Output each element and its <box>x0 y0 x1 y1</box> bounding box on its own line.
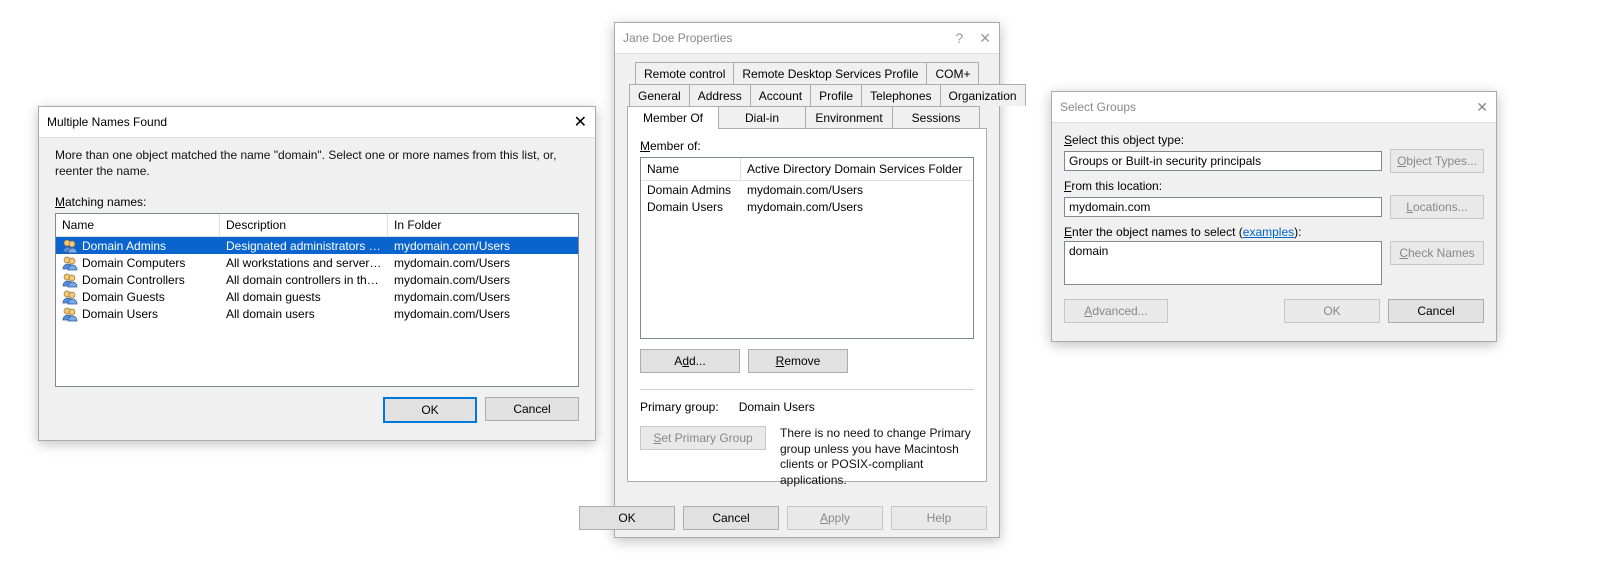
tab-remote-desktop-services-profile[interactable]: Remote Desktop Services Profile <box>733 62 927 84</box>
col-description[interactable]: Description <box>220 214 388 236</box>
member-of-listview[interactable]: Name Active Directory Domain Services Fo… <box>640 157 974 339</box>
locations-button[interactable]: Locations... <box>1390 195 1484 219</box>
list-item[interactable]: Domain ComputersAll workstations and ser… <box>56 254 578 271</box>
tab-account[interactable]: Account <box>750 84 811 106</box>
help-button: Help <box>891 506 987 530</box>
list-item[interactable]: Domain Usersmydomain.com/Users <box>641 198 973 215</box>
set-primary-group-button: Set Primary Group <box>640 426 766 450</box>
enter-names-label: Enter the object names to select (exampl… <box>1064 225 1484 239</box>
group-icon <box>62 238 78 254</box>
primary-group-note: There is no need to change Primary group… <box>780 426 974 488</box>
tab-general[interactable]: General <box>629 84 690 106</box>
list-item[interactable]: Domain UsersAll domain usersmydomain.com… <box>56 305 578 322</box>
object-type-field[interactable]: Groups or Built-in security principals <box>1064 151 1382 171</box>
ok-button[interactable]: OK <box>383 397 477 423</box>
user-properties-dialog: Jane Doe Properties ? ✕ Remote controlRe… <box>614 22 1000 538</box>
help-icon[interactable]: ? <box>955 30 963 47</box>
tab-remote-control[interactable]: Remote control <box>635 62 734 84</box>
listview-header[interactable]: Name Description In Folder <box>56 214 578 237</box>
tab-page-member-of: Member of: Name Active Directory Domain … <box>627 128 987 482</box>
divider <box>640 389 974 390</box>
primary-group-value: Domain Users <box>739 400 815 414</box>
matching-names-label-text: atching names: <box>65 195 146 209</box>
col-name[interactable]: Name <box>641 158 741 180</box>
listview-header[interactable]: Name Active Directory Domain Services Fo… <box>641 158 973 181</box>
cancel-button[interactable]: Cancel <box>485 397 579 421</box>
tab-address[interactable]: Address <box>689 84 751 106</box>
object-type-label: Select this object type: <box>1064 133 1484 147</box>
cancel-button[interactable]: Cancel <box>683 506 779 530</box>
close-icon[interactable]: ✕ <box>979 30 991 47</box>
tab-telephones[interactable]: Telephones <box>861 84 940 106</box>
group-icon <box>62 289 78 305</box>
list-item[interactable]: Domain GuestsAll domain guestsmydomain.c… <box>56 288 578 305</box>
col-name[interactable]: Name <box>56 214 220 236</box>
close-icon[interactable]: ✕ <box>574 112 587 132</box>
list-item[interactable]: Domain AdminsDesignated administrators o… <box>56 237 578 254</box>
member-of-label: Member of: <box>640 139 974 153</box>
object-types-button[interactable]: Object Types... <box>1390 149 1484 173</box>
add-button[interactable]: Add... <box>640 349 740 373</box>
list-item[interactable]: Domain Adminsmydomain.com/Users <box>641 181 973 198</box>
matching-names-label: Matching names: <box>55 195 579 209</box>
multiple-names-found-dialog: Multiple Names Found ✕ More than one obj… <box>38 106 596 441</box>
matching-names-listview[interactable]: Name Description In Folder Domain Admins… <box>55 213 579 387</box>
titlebar: Multiple Names Found ✕ <box>39 107 595 138</box>
tabs: Remote controlRemote Desktop Services Pr… <box>627 62 987 482</box>
col-adds-folder[interactable]: Active Directory Domain Services Folder <box>741 158 973 180</box>
object-names-textarea[interactable]: domain <box>1064 241 1382 285</box>
list-item[interactable]: Domain ControllersAll domain controllers… <box>56 271 578 288</box>
tab-profile[interactable]: Profile <box>810 84 862 106</box>
ok-button[interactable]: OK <box>1284 299 1380 323</box>
tab-dial-in[interactable]: Dial-in <box>718 106 806 128</box>
check-names-button[interactable]: Check Names <box>1390 241 1484 265</box>
group-icon <box>62 272 78 288</box>
primary-group-label: Primary group: <box>640 400 719 414</box>
group-icon <box>62 306 78 322</box>
location-field[interactable]: mydomain.com <box>1064 197 1382 217</box>
select-groups-dialog: Select Groups ✕ Select this object type:… <box>1051 91 1497 342</box>
group-icon <box>62 255 78 271</box>
remove-button[interactable]: Remove <box>748 349 848 373</box>
tab-organization[interactable]: Organization <box>940 84 1026 106</box>
titlebar: Select Groups ✕ <box>1052 92 1496 123</box>
window-title: Multiple Names Found <box>47 115 167 129</box>
window-title: Select Groups <box>1060 100 1136 114</box>
tab-member-of[interactable]: Member Of <box>627 106 719 129</box>
cancel-button[interactable]: Cancel <box>1388 299 1484 323</box>
tab-sessions[interactable]: Sessions <box>892 106 980 128</box>
tab-com-[interactable]: COM+ <box>926 62 979 84</box>
instruction-text: More than one object matched the name "d… <box>55 148 579 179</box>
location-label: From this location: <box>1064 179 1484 193</box>
apply-button: Apply <box>787 506 883 530</box>
tab-environment[interactable]: Environment <box>805 106 893 128</box>
advanced-button[interactable]: Advanced... <box>1064 299 1168 323</box>
close-icon[interactable]: ✕ <box>1476 99 1488 116</box>
titlebar: Jane Doe Properties ? ✕ <box>615 23 999 54</box>
examples-link[interactable]: examples <box>1243 225 1294 239</box>
col-in-folder[interactable]: In Folder <box>388 214 568 236</box>
ok-button[interactable]: OK <box>579 506 675 530</box>
window-title: Jane Doe Properties <box>623 31 732 45</box>
